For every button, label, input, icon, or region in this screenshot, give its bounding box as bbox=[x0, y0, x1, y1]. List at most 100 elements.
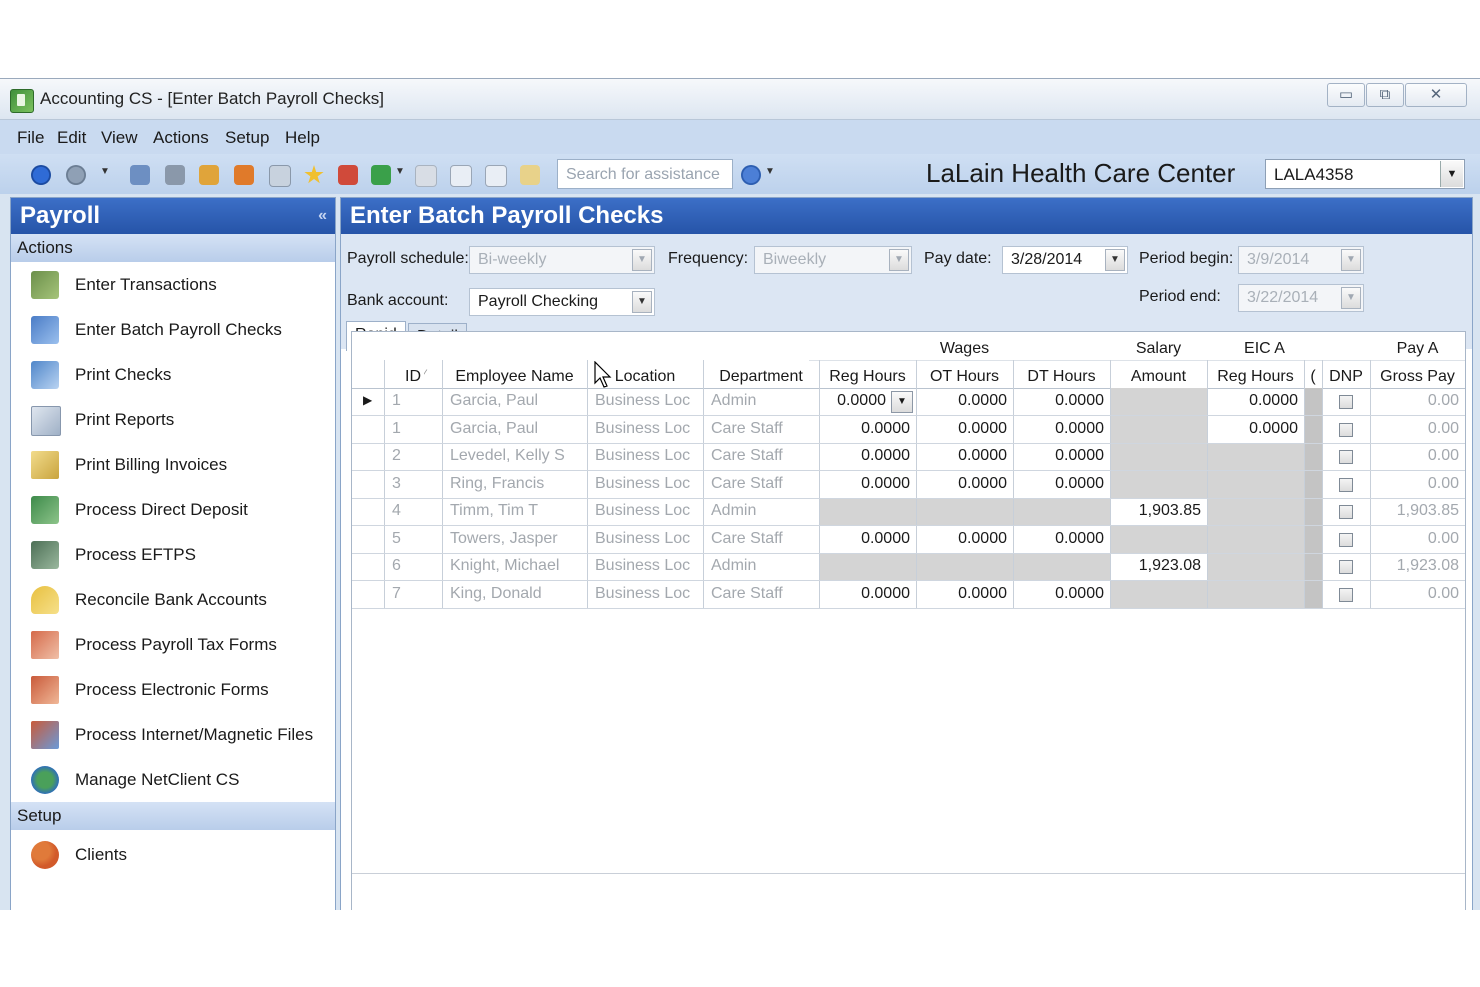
cell-dt[interactable]: 0.0000 bbox=[1013, 392, 1110, 412]
cell-dt[interactable]: 0.0000 bbox=[1013, 447, 1110, 467]
cell-salary[interactable]: 1,903.85 bbox=[1110, 502, 1207, 522]
dnp-checkbox[interactable] bbox=[1339, 560, 1353, 574]
column-header[interactable]: Reg Hours bbox=[1207, 368, 1304, 388]
cell-id[interactable]: 7 bbox=[384, 585, 442, 605]
page-icon[interactable] bbox=[415, 165, 437, 187]
cell-id[interactable]: 3 bbox=[384, 475, 442, 495]
column-header[interactable]: Gross Pay bbox=[1370, 368, 1465, 388]
cell-id[interactable]: 4 bbox=[384, 502, 442, 522]
cell-location[interactable]: Business Loc bbox=[587, 475, 703, 495]
help-icon[interactable] bbox=[741, 165, 761, 185]
column-header[interactable]: DT Hours bbox=[1013, 368, 1110, 388]
cell-eic[interactable]: 0.0000 bbox=[1207, 420, 1304, 440]
menu-file[interactable]: File bbox=[17, 128, 44, 148]
cell-name[interactable]: Levedel, Kelly S bbox=[442, 447, 587, 467]
cell-salary[interactable]: 1,923.08 bbox=[1110, 557, 1207, 577]
chevron-down-icon[interactable]: ▼ bbox=[1440, 161, 1463, 187]
back-icon[interactable] bbox=[31, 165, 51, 185]
cell-id[interactable]: 1 bbox=[384, 420, 442, 440]
nav-print-billing-invoices[interactable]: Print Billing Invoices bbox=[11, 442, 335, 487]
menu-setup[interactable]: Setup bbox=[225, 128, 269, 148]
cell-name[interactable]: Timm, Tim T bbox=[442, 502, 587, 522]
cell-ot[interactable]: 0.0000 bbox=[916, 392, 1013, 412]
nav-manage-netclient-cs[interactable]: Manage NetClient CS bbox=[11, 757, 335, 802]
close-button[interactable]: ✕ bbox=[1405, 83, 1467, 107]
pay-date-picker[interactable]: 3/28/2014 ▼ bbox=[1002, 246, 1128, 274]
cell-gross[interactable]: 0.00 bbox=[1370, 585, 1465, 605]
dnp-checkbox[interactable] bbox=[1339, 450, 1353, 464]
menu-edit[interactable]: Edit bbox=[57, 128, 86, 148]
nav-process-electronic-forms[interactable]: Process Electronic Forms bbox=[11, 667, 335, 712]
nav-print-checks[interactable]: Print Checks bbox=[11, 352, 335, 397]
minimize-button[interactable]: ▭ bbox=[1327, 83, 1365, 107]
cell-dt[interactable]: 0.0000 bbox=[1013, 585, 1110, 605]
chevron-down-icon[interactable]: ▼ bbox=[1105, 249, 1125, 271]
nav-process-payroll-tax-forms[interactable]: Process Payroll Tax Forms bbox=[11, 622, 335, 667]
cell-dept[interactable]: Care Staff bbox=[703, 475, 819, 495]
chevron-down-icon[interactable]: ▼ bbox=[632, 291, 652, 313]
favorites-star-icon[interactable] bbox=[304, 165, 324, 184]
cell-name[interactable]: King, Donald bbox=[442, 585, 587, 605]
cell-reg[interactable]: 0.0000 bbox=[819, 475, 916, 495]
cell-location[interactable]: Business Loc bbox=[587, 557, 703, 577]
cell-name[interactable]: Towers, Jasper bbox=[442, 530, 587, 550]
cell-gross[interactable]: 1,903.85 bbox=[1370, 502, 1465, 522]
cell-dept[interactable]: Admin bbox=[703, 557, 819, 577]
nav-process-direct-deposit[interactable]: Process Direct Deposit bbox=[11, 487, 335, 532]
cell-name[interactable]: Ring, Francis bbox=[442, 475, 587, 495]
cell-ot[interactable]: 0.0000 bbox=[916, 530, 1013, 550]
nav-process-internet-magnetic-files[interactable]: Process Internet/Magnetic Files bbox=[11, 712, 335, 757]
cell-dept[interactable]: Care Staff bbox=[703, 530, 819, 550]
bank-account-select[interactable]: Payroll Checking ▼ bbox=[469, 288, 655, 316]
column-header[interactable]: Employee Name bbox=[442, 368, 587, 388]
cell-dept[interactable]: Care Staff bbox=[703, 447, 819, 467]
cell-gross[interactable]: 0.00 bbox=[1370, 475, 1465, 495]
nav-process-eftps[interactable]: Process EFTPS bbox=[11, 532, 335, 577]
menu-help[interactable]: Help bbox=[285, 128, 320, 148]
nav-clients[interactable]: Clients bbox=[11, 830, 335, 880]
cell-id[interactable]: 5 bbox=[384, 530, 442, 550]
cell-name[interactable]: Garcia, Paul bbox=[442, 420, 587, 440]
dnp-checkbox[interactable] bbox=[1339, 395, 1353, 409]
cell-reg[interactable]: 0.0000 bbox=[819, 530, 916, 550]
cell-name[interactable]: Garcia, Paul bbox=[442, 392, 587, 412]
cell-eic[interactable]: 0.0000 bbox=[1207, 392, 1304, 412]
search-input[interactable]: Search for assistance bbox=[557, 159, 733, 189]
cell-dt[interactable]: 0.0000 bbox=[1013, 420, 1110, 440]
cell-location[interactable]: Business Loc bbox=[587, 585, 703, 605]
column-header[interactable]: OT Hours bbox=[916, 368, 1013, 388]
notes-icon[interactable] bbox=[520, 165, 540, 185]
cell-ot[interactable]: 0.0000 bbox=[916, 585, 1013, 605]
cell-dept[interactable]: Care Staff bbox=[703, 585, 819, 605]
people-icon[interactable] bbox=[234, 165, 254, 185]
cell-reg[interactable]: 0.0000 bbox=[819, 420, 916, 440]
help-dropdown-icon[interactable]: ▼ bbox=[765, 166, 775, 186]
cell-name[interactable]: Knight, Michael bbox=[442, 557, 587, 577]
nav-enter-transactions[interactable]: Enter Transactions bbox=[11, 262, 335, 307]
dnp-checkbox[interactable] bbox=[1339, 533, 1353, 547]
cell-gross[interactable]: 0.00 bbox=[1370, 392, 1465, 412]
cell-ot[interactable]: 0.0000 bbox=[916, 447, 1013, 467]
client-selector[interactable]: LALA4358 ▼ bbox=[1265, 159, 1465, 189]
cell-dt[interactable]: 0.0000 bbox=[1013, 475, 1110, 495]
cell-dept[interactable]: Admin bbox=[703, 502, 819, 522]
apps-dropdown-icon[interactable]: ▼ bbox=[395, 166, 405, 186]
dnp-checkbox[interactable] bbox=[1339, 505, 1353, 519]
cell-reg[interactable]: 0.0000 bbox=[819, 447, 916, 467]
collapse-pane-icon[interactable]: « bbox=[318, 198, 327, 234]
setup-section-header[interactable]: Setup bbox=[11, 802, 335, 830]
cell-ot[interactable]: 0.0000 bbox=[916, 420, 1013, 440]
cell-id[interactable]: 6 bbox=[384, 557, 442, 577]
actions-section-header[interactable]: Actions bbox=[11, 234, 335, 262]
menu-actions[interactable]: Actions bbox=[153, 128, 209, 148]
forward-icon[interactable] bbox=[66, 165, 86, 185]
cell-reg[interactable]: 0.0000 bbox=[819, 585, 916, 605]
document-icon[interactable] bbox=[269, 165, 291, 187]
calculator-icon[interactable] bbox=[165, 165, 185, 185]
cell-location[interactable]: Business Loc bbox=[587, 420, 703, 440]
cell-dt[interactable]: 0.0000 bbox=[1013, 530, 1110, 550]
cell-dept[interactable]: Care Staff bbox=[703, 420, 819, 440]
cell-dept[interactable]: Admin bbox=[703, 392, 819, 412]
column-header[interactable]: Reg Hours bbox=[819, 368, 916, 388]
schedule-icon[interactable] bbox=[485, 165, 507, 187]
